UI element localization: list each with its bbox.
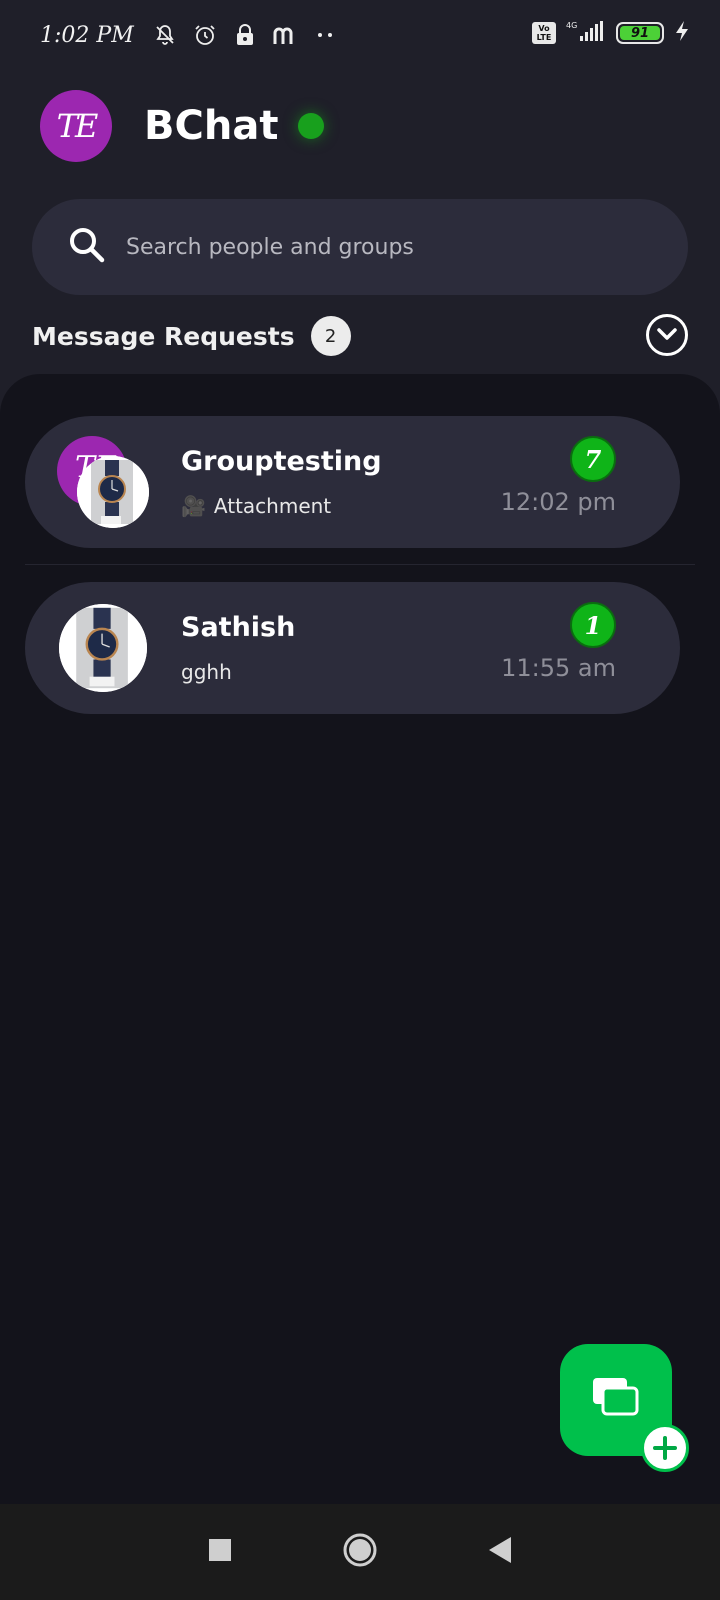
volte-icon: Vo LTE [532, 22, 556, 44]
chat-list-panel: TE Grouptesting 🎥 Attachment 7 12:02 pm [0, 374, 720, 1504]
app-title: BChat [144, 103, 279, 149]
mute-icon [152, 22, 178, 48]
app-header: TE BChat [40, 90, 325, 162]
chat-name: Grouptesting [181, 446, 382, 477]
back-button[interactable] [480, 1532, 520, 1572]
charging-icon [674, 20, 690, 46]
list-divider [25, 564, 695, 565]
chat-preview-text: Attachment [213, 494, 332, 518]
chat-timestamp: 12:02 pm [500, 488, 616, 516]
status-bar: 1:02 PM Vo LTE 4G 91 [0, 0, 720, 70]
chat-preview: gghh [181, 660, 232, 684]
profile-avatar[interactable]: TE [40, 90, 112, 162]
battery-icon: 91 [616, 22, 664, 44]
network-label: 4G [566, 21, 577, 30]
circle-icon [342, 1532, 378, 1572]
message-requests-label: Message Requests [32, 321, 295, 351]
lock-icon [232, 22, 258, 48]
watch-photo-icon [77, 456, 149, 528]
chat-preview: 🎥 Attachment [181, 494, 331, 518]
search-icon [68, 226, 106, 268]
m-app-icon [272, 22, 298, 48]
system-navigation-bar [0, 1504, 720, 1600]
triangle-back-icon [487, 1536, 513, 1568]
group-avatar-photo [77, 456, 149, 528]
add-plus-icon[interactable] [641, 1424, 689, 1472]
more-dots-icon [312, 22, 338, 48]
status-time: 1:02 PM [40, 22, 134, 48]
chevron-down-icon [656, 326, 678, 345]
chat-name: Sathish [181, 612, 296, 643]
unread-count-badge: 1 [570, 602, 616, 648]
expand-requests-button[interactable] [646, 314, 688, 356]
search-input[interactable] [126, 234, 646, 260]
message-requests-row[interactable]: Message Requests 2 [32, 314, 688, 358]
chat-list-item[interactable]: Sathish gghh 1 11:55 am [25, 582, 680, 714]
recent-apps-button[interactable] [200, 1532, 240, 1572]
chat-preview-text: gghh [181, 660, 232, 684]
signal-icon: 4G [566, 20, 606, 46]
unread-count-badge: 7 [570, 436, 616, 482]
square-icon [208, 1538, 232, 1566]
home-button[interactable] [340, 1532, 380, 1572]
message-requests-count-badge: 2 [310, 316, 351, 356]
battery-level: 91 [620, 26, 660, 41]
online-status-indicator [298, 113, 325, 139]
new-chat-icon [591, 1376, 641, 1424]
video-camera-icon: 🎥 [181, 494, 206, 518]
chat-timestamp: 11:55 am [501, 654, 616, 682]
chat-list-item[interactable]: TE Grouptesting 🎥 Attachment 7 12:02 pm [25, 416, 680, 548]
search-bar[interactable] [32, 199, 688, 295]
alarm-icon [192, 22, 218, 48]
watch-photo-icon [59, 604, 147, 692]
contact-avatar [57, 602, 149, 694]
